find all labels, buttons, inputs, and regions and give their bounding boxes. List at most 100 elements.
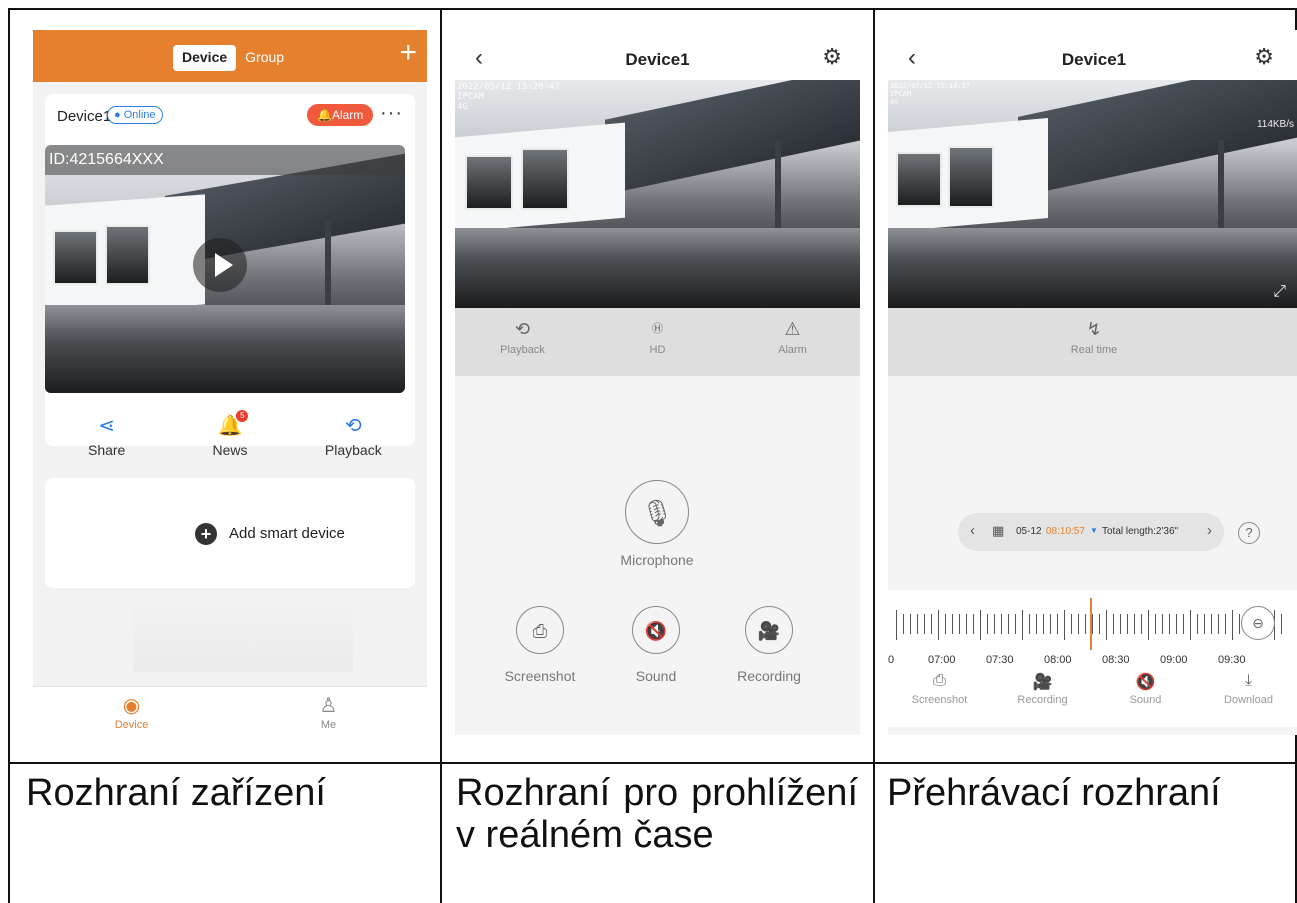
microphone-button[interactable]: 🎙 [625, 480, 689, 544]
timeline-tick [1029, 614, 1030, 634]
post-shape [1218, 140, 1224, 235]
news-button[interactable]: 🔔 5 News [168, 410, 291, 458]
add-device-card[interactable]: + Add smart device [45, 478, 415, 588]
status-label: Online [123, 109, 156, 121]
share-button[interactable]: ⋖ Share [45, 412, 168, 458]
gear-icon[interactable]: ⚙ [1254, 44, 1274, 70]
timeline-tick [945, 614, 946, 634]
caption-device-interface: Rozhraní zařízení [26, 772, 326, 814]
osd-camera: IPCAM [457, 92, 485, 102]
timeline-label: 08:30 [1102, 654, 1130, 666]
timeline-tick [903, 614, 904, 634]
play-icon[interactable] [193, 238, 247, 292]
timeline-tick [1211, 614, 1212, 634]
recording-tool-label: Recording [1017, 694, 1068, 706]
plus-icon[interactable]: + [399, 36, 417, 70]
live-video[interactable]: 2022/05/12 15:20:47 IPCAM 4G [455, 80, 860, 308]
hd-control-label: HD [649, 344, 666, 356]
live-view-screen: ‹ Device1 ⚙ 2022/05/12 15:20:47 IPCAM 4G… [455, 30, 860, 735]
video-icon: 🎥 [757, 621, 781, 641]
playback-control[interactable]: ⟲ Playback [455, 308, 590, 376]
osd-signal: 4G [890, 98, 899, 106]
timeline-tick [1281, 614, 1282, 634]
tab-device-label: Device [114, 719, 149, 731]
alarm-button[interactable]: 🔔Alarm [307, 104, 374, 126]
timeline-tick [924, 614, 925, 634]
speed-readout: 114KB/s [1256, 119, 1294, 130]
sound-button[interactable]: 🔇 [632, 606, 680, 654]
window-shape [948, 146, 994, 208]
download-icon: ⤓ [1244, 672, 1253, 689]
device-card[interactable]: Device1 ● Online 🔔Alarm ··· ID:4215664XX… [45, 94, 415, 458]
dropdown-icon[interactable]: ▼ [1090, 526, 1098, 535]
gear-icon[interactable]: ⚙ [822, 44, 842, 70]
screenshot-tool[interactable]: ⎙ Screenshot [888, 672, 991, 727]
left-border [8, 8, 10, 903]
zoom-icon[interactable]: ⊖ [1241, 606, 1275, 640]
recording-tool[interactable]: 🎥 Recording [991, 672, 1094, 727]
table-shape [455, 228, 860, 308]
tab-me[interactable]: ♙ Me [230, 687, 427, 750]
alarm-control[interactable]: ⚠ Alarm [725, 308, 860, 376]
segment-control: Device Group [173, 45, 313, 71]
page-title: Device1 [625, 50, 690, 69]
timeline-tick [1022, 610, 1023, 640]
recording-label: Recording [737, 668, 801, 684]
time-value[interactable]: 08:10:57 [1046, 526, 1085, 537]
fullscreen-icon[interactable]: ⤢ [1273, 283, 1286, 299]
download-tool[interactable]: ⤓ Download [1197, 672, 1297, 727]
window-shape [465, 155, 513, 210]
nav-bar: ‹ Device1 ⚙ [455, 30, 860, 80]
bottom-tabbar: ◉ Device ♙ Me [33, 686, 427, 750]
camera-thumbnail[interactable]: ID:4215664XXX [45, 145, 405, 393]
top-border [8, 8, 1297, 10]
history-icon: ⟲ [514, 319, 531, 339]
hd-icon: Ⓗ [652, 323, 663, 335]
alarm-control-label: Alarm [778, 344, 807, 356]
device-screen: Device Group + Device1 ● Online 🔔Alarm ·… [33, 30, 427, 750]
playback-button[interactable]: ⟲ Playback [292, 412, 415, 458]
nav-bar: ‹ Device1 ⚙ [888, 30, 1297, 80]
timeline-tick [1134, 614, 1135, 634]
timeline-tick [938, 610, 939, 640]
calendar-icon[interactable]: ▦ [992, 523, 1004, 539]
total-length: Total length:2'36" [1102, 526, 1179, 537]
timeline-tick [1239, 614, 1240, 634]
screenshot-button[interactable]: ⎙ [516, 606, 564, 654]
timeline-tick [1043, 614, 1044, 634]
hd-control[interactable]: Ⓗ HD [590, 308, 725, 376]
alarm-label: Alarm [331, 108, 364, 122]
prev-day-icon[interactable]: ‹ [970, 522, 975, 539]
date-selector: ‹ ▦ 05-12 08:10:57 ▼ Total length:2'36" … [958, 513, 1224, 551]
segment-group[interactable]: Group [236, 45, 293, 71]
screenshot-label: Screenshot [504, 668, 576, 684]
timeline-tick [1190, 610, 1191, 640]
help-icon[interactable]: ? [1238, 522, 1260, 544]
timeline-tick [931, 614, 932, 634]
add-icon: + [195, 523, 217, 545]
background-image [133, 592, 353, 672]
timeline-tick [1050, 614, 1051, 634]
sound-tool-label: Sound [1129, 694, 1162, 706]
playback-video[interactable]: 2022/05/12 15:10:57 IPCAM 4G 114KB/s ⤢ [888, 80, 1297, 308]
device-name: Device1 [57, 108, 112, 125]
next-day-icon[interactable]: › [1207, 522, 1212, 539]
more-menu-icon[interactable]: ··· [380, 102, 403, 125]
microphone-icon: 🎙 [640, 498, 674, 528]
sound-tool[interactable]: 🔇 Sound [1094, 672, 1197, 727]
playback-label: Playback [324, 442, 382, 458]
caption-live-view-interface: Rozhraní pro prohlížení v reálném čase [456, 772, 858, 856]
tab-device[interactable]: ◉ Device [33, 687, 230, 750]
device-id-label: ID:4215664XXX [45, 145, 405, 175]
playback-control-label: Playback [500, 344, 545, 356]
segment-device[interactable]: Device [173, 45, 237, 71]
playback-tools: ⎙ Screenshot 🎥 Recording 🔇 Sound ⤓ Downl… [888, 672, 1297, 727]
timeline-tick [917, 614, 918, 634]
recording-button[interactable]: 🎥 [745, 606, 793, 654]
timeline-tick [1113, 614, 1114, 634]
post-shape [325, 220, 331, 310]
realtime-button[interactable]: ↯ Real time [888, 308, 1297, 376]
timeline-tick [1197, 614, 1198, 634]
post-shape [775, 140, 781, 235]
screenshot-tool-label: Screenshot [911, 694, 968, 706]
